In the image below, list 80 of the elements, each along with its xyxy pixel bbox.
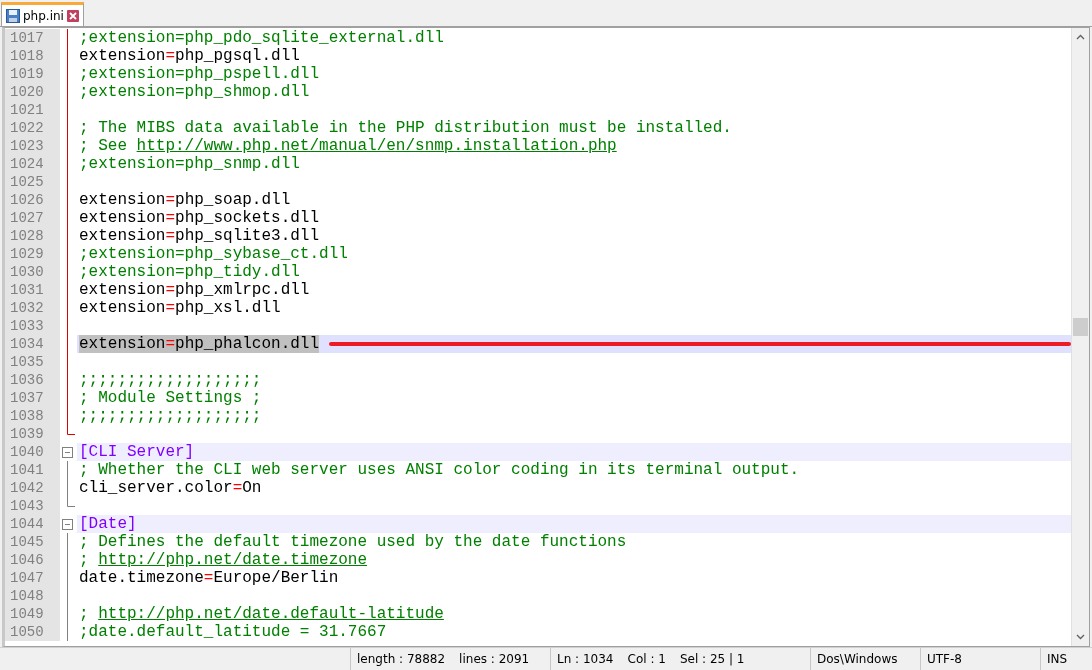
comment-link[interactable]: http://php.net/date.timezone — [98, 551, 368, 569]
code-line: extension=php_pgsql.dll — [79, 47, 300, 65]
tab-label: php.ini — [23, 8, 64, 23]
comment-line: ;extension=php_pdo_sqlite_external.dll — [79, 29, 444, 47]
line-number: 1038 — [5, 407, 60, 425]
line-number: 1024 — [5, 155, 60, 173]
comment-line: ; http://php.net/date.timezone — [79, 551, 368, 569]
line-number: 1031 — [5, 281, 60, 299]
comment-line: ;extension=php_tidy.dll — [79, 263, 300, 281]
comment-line: ;extension=php_shmop.dll — [79, 83, 310, 101]
comment-line: ; http://php.net/date.default-latitude — [79, 605, 444, 623]
scroll-thumb[interactable] — [1073, 318, 1088, 336]
line-number: 1028 — [5, 227, 60, 245]
line-number: 1047 — [5, 569, 60, 587]
line-number: 1022 — [5, 119, 60, 137]
scroll-down-icon[interactable] — [1076, 634, 1085, 640]
line-number: 1018 — [5, 47, 60, 65]
status-text: Col : 1 — [627, 652, 666, 666]
line-number: 1040 — [5, 443, 60, 461]
comment-line: ;;;;;;;;;;;;;;;;;;; — [79, 407, 262, 425]
line-number: 1025 — [5, 173, 60, 191]
code-line: cli_server.color=On — [79, 479, 262, 497]
file-tab[interactable]: php.ini — [1, 2, 84, 26]
line-number: 1050 — [5, 623, 60, 641]
scroll-up-icon[interactable] — [1076, 34, 1085, 40]
line-number: 1046 — [5, 551, 60, 569]
line-number: 1034 — [5, 335, 60, 353]
comment-line: ; Defines the default timezone used by the date functions — [79, 533, 627, 551]
code-line: extension=php_sqlite3.dll — [79, 227, 320, 245]
line-number: 1029 — [5, 245, 60, 263]
comment-line: ;;;;;;;;;;;;;;;;;;; — [79, 371, 262, 389]
comment-line: ; Module Settings ; — [79, 389, 262, 407]
line-number: 1023 — [5, 137, 60, 155]
collapse-icon[interactable] — [62, 519, 73, 530]
line-number: 1027 — [5, 209, 60, 227]
line-number: 1041 — [5, 461, 60, 479]
line-number: 1032 — [5, 299, 60, 317]
status-text: lines : 2091 — [459, 652, 530, 666]
line-number: 1019 — [5, 65, 60, 83]
section-header: [Date] — [79, 515, 137, 533]
status-text: Sel : 25 | 1 — [679, 652, 745, 666]
line-number: 1030 — [5, 263, 60, 281]
status-text: Dos\Windows — [817, 652, 898, 666]
status-text: Ln : 1034 — [557, 652, 614, 666]
status-text: length : 78882 — [357, 652, 446, 666]
comment-link[interactable]: http://www.php.net/manual/en/snmp.installation.php — [136, 137, 617, 155]
line-number: 1035 — [5, 353, 60, 371]
line-number: 1037 — [5, 389, 60, 407]
comment-line: ;date.default_latitude = 31.7667 — [79, 623, 387, 641]
line-number: 1049 — [5, 605, 60, 623]
status-text: UTF-8 — [927, 652, 962, 666]
line-number: 1045 — [5, 533, 60, 551]
line-number: 1036 — [5, 371, 60, 389]
line-number: 1017 — [5, 29, 60, 47]
code-line: extension=php_soap.dll — [79, 191, 291, 209]
comment-line: ;extension=php_sybase_ct.dll — [79, 245, 348, 263]
line-number: 1042 — [5, 479, 60, 497]
comment-line: ; See http://www.php.net/manual/en/snmp.installation.php — [79, 137, 617, 155]
line-number: 1026 — [5, 191, 60, 209]
code-line: extension=php_xsl.dll — [79, 299, 281, 317]
line-number: 1020 — [5, 83, 60, 101]
section-header: [CLI Server] — [79, 443, 195, 461]
close-icon[interactable] — [66, 9, 79, 22]
comment-line: ; Whether the CLI web server uses ANSI color coding in its terminal output. — [79, 461, 800, 479]
line-number: 1043 — [5, 497, 60, 515]
line-number: 1033 — [5, 317, 60, 335]
line-number: 1021 — [5, 101, 60, 119]
comment-link[interactable]: http://php.net/date.default-latitude — [98, 605, 444, 623]
code-line: extension=php_xmlrpc.dll — [79, 281, 310, 299]
comment-line: ; The MIBS data available in the PHP distribution must be installed. — [79, 119, 732, 137]
vertical-scrollbar[interactable] — [1071, 28, 1089, 646]
comment-line: ;extension=php_snmp.dll — [79, 155, 300, 173]
line-number: 1039 — [5, 425, 60, 443]
line-number: 1044 — [5, 515, 60, 533]
code-line: date.timezone=Europe/Berlin — [79, 569, 339, 587]
code-line: extension=php_sockets.dll — [79, 209, 320, 227]
line-number: 1048 — [5, 587, 60, 605]
collapse-icon[interactable] — [62, 447, 73, 458]
comment-line: ;extension=php_pspell.dll — [79, 65, 320, 83]
status-text: INS — [1047, 652, 1068, 666]
